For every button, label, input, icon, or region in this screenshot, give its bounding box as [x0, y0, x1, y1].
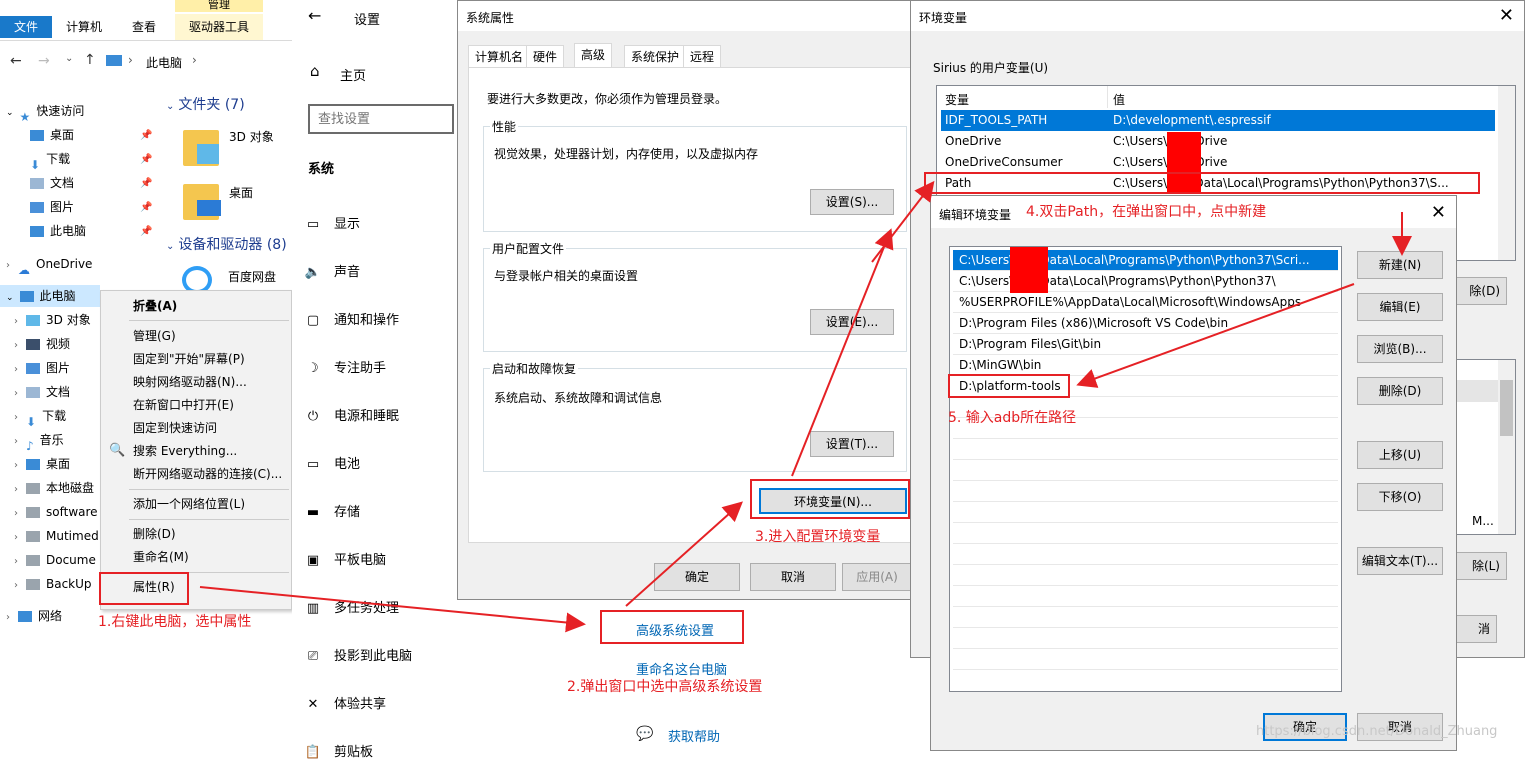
- arrow-step5: [1076, 283, 1355, 388]
- watermark: https://blog.csdn.net/Donald_Zhuang: [1256, 724, 1498, 739]
- arrow-step1: [199, 586, 586, 633]
- arrow-step3: [791, 228, 894, 477]
- annotation-arrows: [199, 180, 1412, 633]
- arrow-step2: [625, 501, 743, 607]
- arrow-step3b: [871, 180, 935, 263]
